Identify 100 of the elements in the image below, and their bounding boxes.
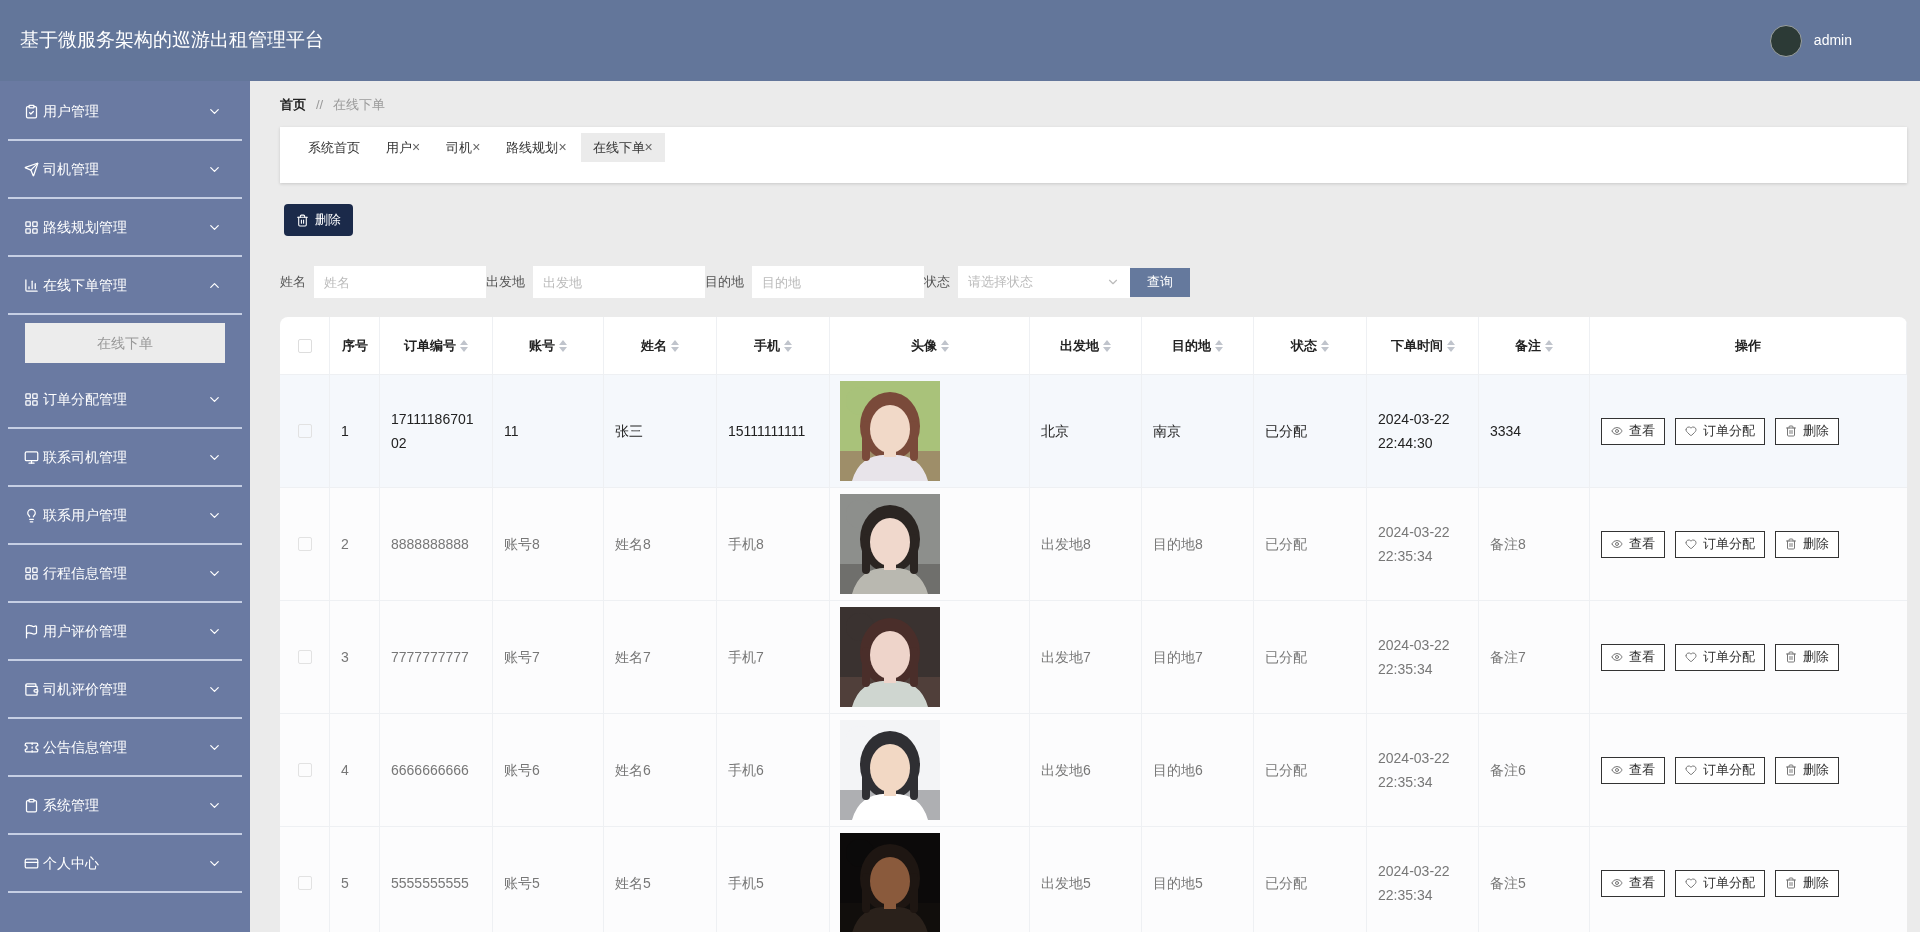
header-cell[interactable]: 序号 <box>330 317 380 374</box>
user-avatar[interactable] <box>1769 24 1802 57</box>
grid-icon <box>24 565 39 581</box>
action-button[interactable]: 查看 <box>1601 417 1665 445</box>
action-button[interactable]: 订单分配 <box>1675 756 1765 784</box>
sidebar-item[interactable]: 司机评价管理 <box>8 661 242 719</box>
table-cell-text: 备注5 <box>1490 874 1526 893</box>
sidebar-item[interactable]: 在线下单管理 <box>8 257 242 315</box>
sort-icon[interactable] <box>1215 339 1223 352</box>
header-cell[interactable]: 头像 <box>830 317 1030 374</box>
close-button[interactable]: × <box>558 137 567 158</box>
header-cell[interactable]: 备注 <box>1479 317 1590 374</box>
sidebar-item[interactable]: 司机管理 <box>8 141 242 199</box>
table-row[interactable]: 4 6666666666 账号6 姓名6 手机6 出发地6 目的地6 已分配 2024-03-22 22:35:34 备注6 查看 订单分配 删除 <box>280 714 1907 827</box>
header-cell[interactable]: 目的地 <box>1142 317 1254 374</box>
action-button[interactable]: 订单分配 <box>1675 643 1765 671</box>
delete-button[interactable]: 删除 <box>284 204 353 236</box>
filter-field[interactable]: 出发地 <box>533 266 705 298</box>
action-button[interactable]: 查看 <box>1601 869 1665 897</box>
table-cell-text: 张三 <box>615 422 643 441</box>
sort-icon[interactable] <box>671 339 679 352</box>
action-button[interactable]: 查看 <box>1601 530 1665 558</box>
breadcrumb-link[interactable]: 首页 <box>280 95 306 115</box>
sort-icon[interactable] <box>559 339 567 352</box>
action-button[interactable]: 订单分配 <box>1675 869 1765 897</box>
close-button[interactable]: × <box>472 137 481 158</box>
username[interactable]: admin <box>1813 30 1852 51</box>
table-cell-text: 备注7 <box>1490 648 1526 667</box>
sidebar-item[interactable]: 个人中心 <box>8 835 242 893</box>
table-cell-text: 手机5 <box>728 874 764 893</box>
action-button[interactable]: 删除 <box>1775 756 1839 784</box>
row-checkbox[interactable] <box>297 537 312 551</box>
tab[interactable]: 系统首页 <box>296 133 372 162</box>
tab[interactable]: 在线下单× <box>580 133 665 162</box>
table-cell-text: 南京 <box>1153 422 1181 441</box>
row-checkbox[interactable] <box>297 424 312 438</box>
table-row[interactable]: 2 8888888888 账号8 姓名8 手机8 出发地8 目的地8 已分配 2024-03-22 22:35:34 备注8 查看 订单分配 删除 <box>280 488 1907 601</box>
header-cell[interactable]: 姓名 <box>604 317 717 374</box>
sidebar-item[interactable]: 系统管理 <box>8 777 242 835</box>
tab-label[interactable]: 用户 <box>386 137 412 158</box>
sidebar-item[interactable]: 订单分配管理 <box>8 371 242 429</box>
header-cell[interactable]: 操作 <box>1590 317 1907 374</box>
column-label: 姓名 <box>641 336 667 355</box>
action-button[interactable]: 订单分配 <box>1675 417 1765 445</box>
sidebar-item[interactable]: 联系司机管理 <box>8 429 242 487</box>
action-button[interactable]: 查看 <box>1601 756 1665 784</box>
sidebar-label: 联系司机管理 <box>43 447 127 467</box>
table-row[interactable]: 3 7777777777 账号7 姓名7 手机7 出发地7 目的地7 已分配 2024-03-22 22:35:34 备注7 查看 订单分配 删除 <box>280 601 1907 714</box>
close-button[interactable]: × <box>412 137 421 158</box>
sidebar-label: 联系用户管理 <box>43 505 127 525</box>
action-button[interactable]: 订单分配 <box>1675 530 1765 558</box>
close-button[interactable]: × <box>644 137 653 158</box>
sort-icon[interactable] <box>1446 339 1455 352</box>
action-button[interactable]: 删除 <box>1775 869 1839 897</box>
action-button[interactable]: 删除 <box>1775 530 1839 558</box>
filter-field[interactable]: 姓名 <box>314 266 486 298</box>
sidebar-item[interactable]: 用户评价管理 <box>8 603 242 661</box>
tab-label[interactable]: 系统首页 <box>308 137 360 158</box>
tab[interactable]: 路线规划× <box>494 133 579 162</box>
header-cell[interactable]: 订单编号 <box>380 317 493 374</box>
card-icon <box>24 855 39 871</box>
flag-icon <box>24 623 39 639</box>
tab[interactable]: 用户× <box>374 133 433 162</box>
header-cell[interactable]: 手机 <box>717 317 830 374</box>
tab-label[interactable]: 在线下单 <box>592 137 645 158</box>
column-label: 备注 <box>1515 336 1541 355</box>
sort-icon[interactable] <box>1545 339 1553 352</box>
tab[interactable]: 司机× <box>434 133 493 162</box>
sort-icon[interactable] <box>940 339 949 352</box>
sidebar-item[interactable]: 路线规划管理 <box>8 199 242 257</box>
header-cell[interactable]: 下单时间 <box>1367 317 1479 374</box>
row-checkbox[interactable] <box>297 650 312 664</box>
sort-icon[interactable] <box>1321 339 1329 352</box>
row-checkbox[interactable] <box>297 763 312 777</box>
table-cell-text: 出发地6 <box>1041 761 1091 780</box>
header-cell[interactable]: 状态 <box>1254 317 1367 374</box>
select-all-checkbox[interactable] <box>297 338 312 353</box>
action-button[interactable]: 查看 <box>1601 643 1665 671</box>
sidebar-item[interactable]: 公告信息管理 <box>8 719 242 777</box>
query-button[interactable]: 查询 <box>1130 267 1190 297</box>
tab-label[interactable]: 路线规划 <box>506 137 559 158</box>
sort-icon[interactable] <box>460 339 468 352</box>
sidebar-item[interactable]: 行程信息管理 <box>8 545 242 603</box>
tab-label[interactable]: 司机 <box>446 137 473 158</box>
action-button[interactable]: 删除 <box>1775 417 1839 445</box>
sort-icon[interactable] <box>1103 339 1111 352</box>
header-cell[interactable]: 账号 <box>493 317 604 374</box>
table-row[interactable]: 1 1711118670102 11 张三 15111111111 北京 南京 已分配 2024-03-22 22:44:30 3334 查看 订单分配 删除 <box>280 375 1907 488</box>
clipboard-icon <box>24 797 39 813</box>
row-checkbox[interactable] <box>297 876 312 890</box>
filter-label: 出发地 <box>486 273 526 292</box>
action-button[interactable]: 删除 <box>1775 643 1839 671</box>
sidebar-item[interactable]: 用户管理 <box>8 83 242 141</box>
header-cell[interactable]: 出发地 <box>1030 317 1142 374</box>
table-cell-text: 出发地8 <box>1041 535 1091 554</box>
table-cell-text: 备注6 <box>1490 761 1526 780</box>
filter-field[interactable]: 目的地 <box>752 266 924 298</box>
sidebar-item[interactable]: 联系用户管理 <box>8 487 242 545</box>
column-label: 序号 <box>341 336 368 355</box>
sort-icon[interactable] <box>784 339 792 352</box>
